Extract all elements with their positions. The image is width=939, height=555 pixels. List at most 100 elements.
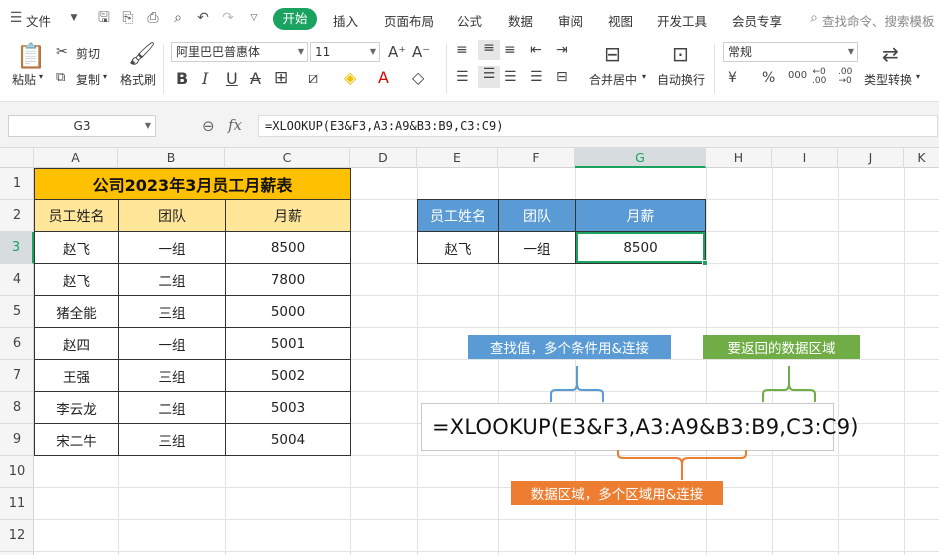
col-header-h[interactable]: H (706, 148, 772, 168)
col-header-i[interactable]: I (772, 148, 838, 168)
align-top-icon[interactable]: ≡ (456, 42, 468, 58)
font-color-icon[interactable]: A (378, 68, 389, 87)
tab-developer[interactable]: 开发工具 (657, 11, 707, 30)
col-header-a[interactable]: A (34, 148, 118, 168)
increase-font-icon[interactable]: A⁺ (388, 43, 406, 61)
print-preview-icon[interactable]: ⌕ (170, 10, 186, 26)
wrap-text-icon[interactable]: ⊡ (672, 42, 689, 66)
chevron-down-icon[interactable]: ▼ (66, 10, 82, 26)
col-header-g[interactable]: G (575, 148, 706, 168)
table-cell[interactable]: 7800 (225, 263, 351, 296)
row-header-7[interactable]: 7 (0, 360, 34, 392)
italic-icon[interactable]: I (202, 69, 208, 88)
table-cell[interactable]: 猪全能 (34, 295, 119, 328)
table-cell[interactable]: 赵飞 (34, 231, 119, 264)
table-cell[interactable]: 李云龙 (34, 391, 119, 424)
clear-format-icon[interactable]: ◇ (412, 68, 424, 87)
copy-dropdown-icon[interactable]: ▾ (103, 72, 107, 81)
save-icon[interactable]: 🖫 (96, 10, 112, 26)
table-cell[interactable]: 三组 (118, 359, 226, 392)
merge-dropdown-icon[interactable]: ▾ (642, 72, 646, 81)
tab-insert[interactable]: 插入 (333, 11, 358, 30)
table-cell[interactable]: 5001 (225, 327, 351, 360)
lookup-header-team[interactable]: 团队 (498, 199, 576, 232)
font-size-select[interactable]: 11 ▼ (310, 42, 380, 62)
paste-dropdown-icon[interactable]: ▾ (39, 72, 43, 81)
row-header-2[interactable]: 2 (0, 200, 34, 232)
table-cell[interactable]: 5002 (225, 359, 351, 392)
row-header-5[interactable]: 5 (0, 296, 34, 328)
format-painter-icon[interactable]: 🖌 (128, 42, 156, 67)
fill-pattern-icon[interactable]: ⧄ (308, 68, 318, 88)
cut-button[interactable]: 剪切 (76, 45, 100, 62)
tab-formulas[interactable]: 公式 (457, 11, 482, 30)
header-salary[interactable]: 月薪 (225, 199, 351, 232)
redo-icon[interactable]: ↷ (220, 10, 236, 26)
type-convert-icon[interactable]: ⇄ (882, 42, 899, 66)
col-header-c[interactable]: C (225, 148, 350, 168)
strikethrough-icon[interactable]: A (250, 69, 261, 88)
decrease-font-icon[interactable]: A⁻ (412, 43, 430, 61)
tab-home[interactable]: 开始 (273, 8, 317, 30)
lookup-name-cell[interactable]: 赵飞 (417, 231, 499, 264)
select-all-corner[interactable] (0, 148, 34, 168)
zoom-icon[interactable]: ⊖ (202, 117, 215, 135)
number-format-select[interactable]: 常规 ▼ (723, 42, 858, 62)
formula-input[interactable]: =XLOOKUP(E3&F3,A3:A9&B3:B9,C3:C9) (258, 115, 938, 137)
table-cell[interactable]: 8500 (225, 231, 351, 264)
fill-handle[interactable] (702, 260, 708, 266)
copy-button[interactable]: 复制 (76, 71, 100, 88)
header-team[interactable]: 团队 (118, 199, 226, 232)
table-cell[interactable]: 一组 (118, 231, 226, 264)
table-title[interactable]: 公司2023年3月员工月薪表 (34, 168, 351, 200)
table-cell[interactable]: 二组 (118, 263, 226, 296)
bold-icon[interactable]: B (176, 69, 188, 88)
table-cell[interactable]: 二组 (118, 391, 226, 424)
undo-icon[interactable]: ↶ (195, 10, 211, 26)
lookup-team-cell[interactable]: 一组 (498, 231, 576, 264)
header-name[interactable]: 员工姓名 (34, 199, 119, 232)
format-painter-button[interactable]: 格式刷 (120, 71, 156, 88)
currency-icon[interactable]: ¥ (728, 70, 737, 86)
align-center-icon[interactable]: ☰ (478, 66, 500, 88)
table-cell[interactable]: 三组 (118, 423, 226, 456)
copy-icon[interactable]: ⧉ (56, 70, 65, 85)
print-icon[interactable]: ⎙ (145, 10, 161, 26)
export-pdf-icon[interactable]: ⎘ (120, 10, 136, 26)
table-cell[interactable]: 三组 (118, 295, 226, 328)
justify-icon[interactable]: ☰ (530, 69, 543, 85)
col-header-j[interactable]: J (838, 148, 904, 168)
table-cell[interactable]: 赵飞 (34, 263, 119, 296)
indent-increase-icon[interactable]: ⇥ (556, 42, 568, 58)
paste-button[interactable]: 粘贴 (12, 71, 36, 88)
row-header-4[interactable]: 4 (0, 264, 34, 296)
align-bottom-icon[interactable]: ≡ (504, 42, 516, 58)
align-middle-icon[interactable]: ≡ (478, 40, 500, 60)
more-chevron-icon[interactable]: ▽ (246, 10, 262, 26)
name-box[interactable]: G3 ▼ (8, 115, 156, 137)
lookup-header-salary[interactable]: 月薪 (575, 199, 706, 232)
fill-color-icon[interactable]: ◈ (344, 68, 356, 87)
col-header-d[interactable]: D (350, 148, 417, 168)
tab-data[interactable]: 数据 (508, 11, 533, 30)
lookup-header-name[interactable]: 员工姓名 (417, 199, 499, 232)
table-cell[interactable]: 赵四 (34, 327, 119, 360)
table-cell[interactable]: 一组 (118, 327, 226, 360)
fx-icon[interactable]: fx (228, 116, 242, 134)
indent-decrease-icon[interactable]: ⇤ (530, 42, 542, 58)
row-header-11[interactable]: 11 (0, 488, 34, 520)
merge-center-button[interactable]: 合并居中 (589, 71, 637, 88)
row-header-12[interactable]: 12 (0, 520, 34, 552)
table-cell[interactable]: 5004 (225, 423, 351, 456)
col-header-f[interactable]: F (498, 148, 575, 168)
file-menu[interactable]: 文件 (26, 11, 51, 30)
row-header-6[interactable]: 6 (0, 328, 34, 360)
tab-review[interactable]: 审阅 (558, 11, 583, 30)
row-header-3[interactable]: 3 (0, 232, 34, 264)
wrap-text-button[interactable]: 自动换行 (657, 71, 705, 88)
tab-page-layout[interactable]: 页面布局 (384, 11, 434, 30)
distributed-icon[interactable]: ⊟ (556, 69, 568, 85)
percent-icon[interactable]: % (762, 70, 775, 86)
underline-icon[interactable]: U (226, 69, 238, 88)
row-header-8[interactable]: 8 (0, 392, 34, 424)
